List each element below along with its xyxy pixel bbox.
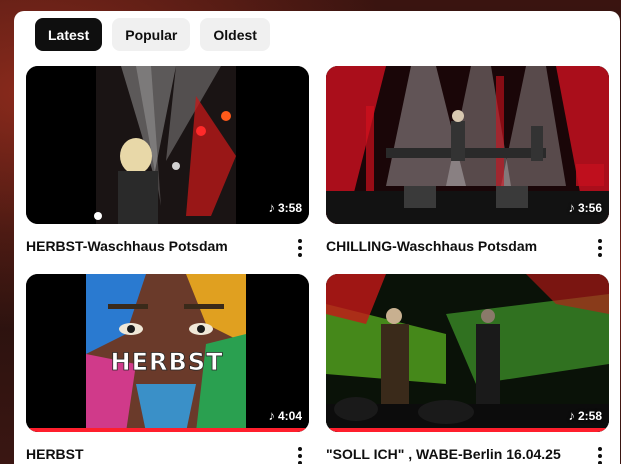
video-card[interactable]: ♪ 3:58 HERBST-Waschhaus Potsdam [26,66,309,259]
chip-popular[interactable]: Popular [112,18,191,51]
video-thumbnail[interactable]: HERBST ♪ 4:04 [26,274,309,432]
thumbnail-image-green-stage [326,274,609,432]
duration-text: 4:04 [277,408,302,423]
duration-text: 2:58 [577,408,602,423]
music-note-icon: ♪ [568,408,575,423]
herbst-logo: HERBST [111,348,224,376]
more-vert-icon[interactable] [293,237,307,259]
duration-badge: ♪ 3:56 [568,200,602,215]
music-note-icon: ♪ [268,408,275,423]
more-vert-icon[interactable] [293,445,307,464]
video-card[interactable]: ♪ 3:56 CHILLING-Waschhaus Potsdam [326,66,609,259]
duration-text: 3:58 [277,200,302,215]
music-note-icon: ♪ [268,200,275,215]
duration-text: 3:56 [577,200,602,215]
video-thumbnail[interactable]: ♪ 2:58 [326,274,609,432]
chip-oldest[interactable]: Oldest [200,18,270,51]
watch-progress-bar [326,428,609,432]
video-thumbnail[interactable]: ♪ 3:56 [326,66,609,224]
duration-badge: ♪ 3:58 [268,200,302,215]
video-title[interactable]: HERBST [26,445,84,463]
videos-panel: Latest Popular Oldest ♪ 3:58 HERBST-Wasc… [14,11,620,464]
video-title[interactable]: HERBST-Waschhaus Potsdam [26,237,228,255]
thumbnail-image-singer [26,66,309,224]
video-card[interactable]: ♪ 2:58 "SOLL ICH" , WABE-Berlin 16.04.25 [326,274,609,464]
duration-badge: ♪ 2:58 [568,408,602,423]
duration-badge: ♪ 4:04 [268,408,302,423]
music-note-icon: ♪ [568,200,575,215]
filter-chips: Latest Popular Oldest [35,18,270,51]
chip-latest[interactable]: Latest [35,18,103,51]
video-thumbnail[interactable]: ♪ 3:58 [26,66,309,224]
watch-progress-bar [26,428,309,432]
video-card[interactable]: HERBST ♪ 4:04 HERBST [26,274,309,464]
thumbnail-image-band-stage [326,66,609,224]
video-title[interactable]: CHILLING-Waschhaus Potsdam [326,237,537,255]
video-title[interactable]: "SOLL ICH" , WABE-Berlin 16.04.25 [326,445,561,463]
more-vert-icon[interactable] [593,445,607,464]
thumbnail-image-painted-face: HERBST [26,274,309,432]
more-vert-icon[interactable] [593,237,607,259]
